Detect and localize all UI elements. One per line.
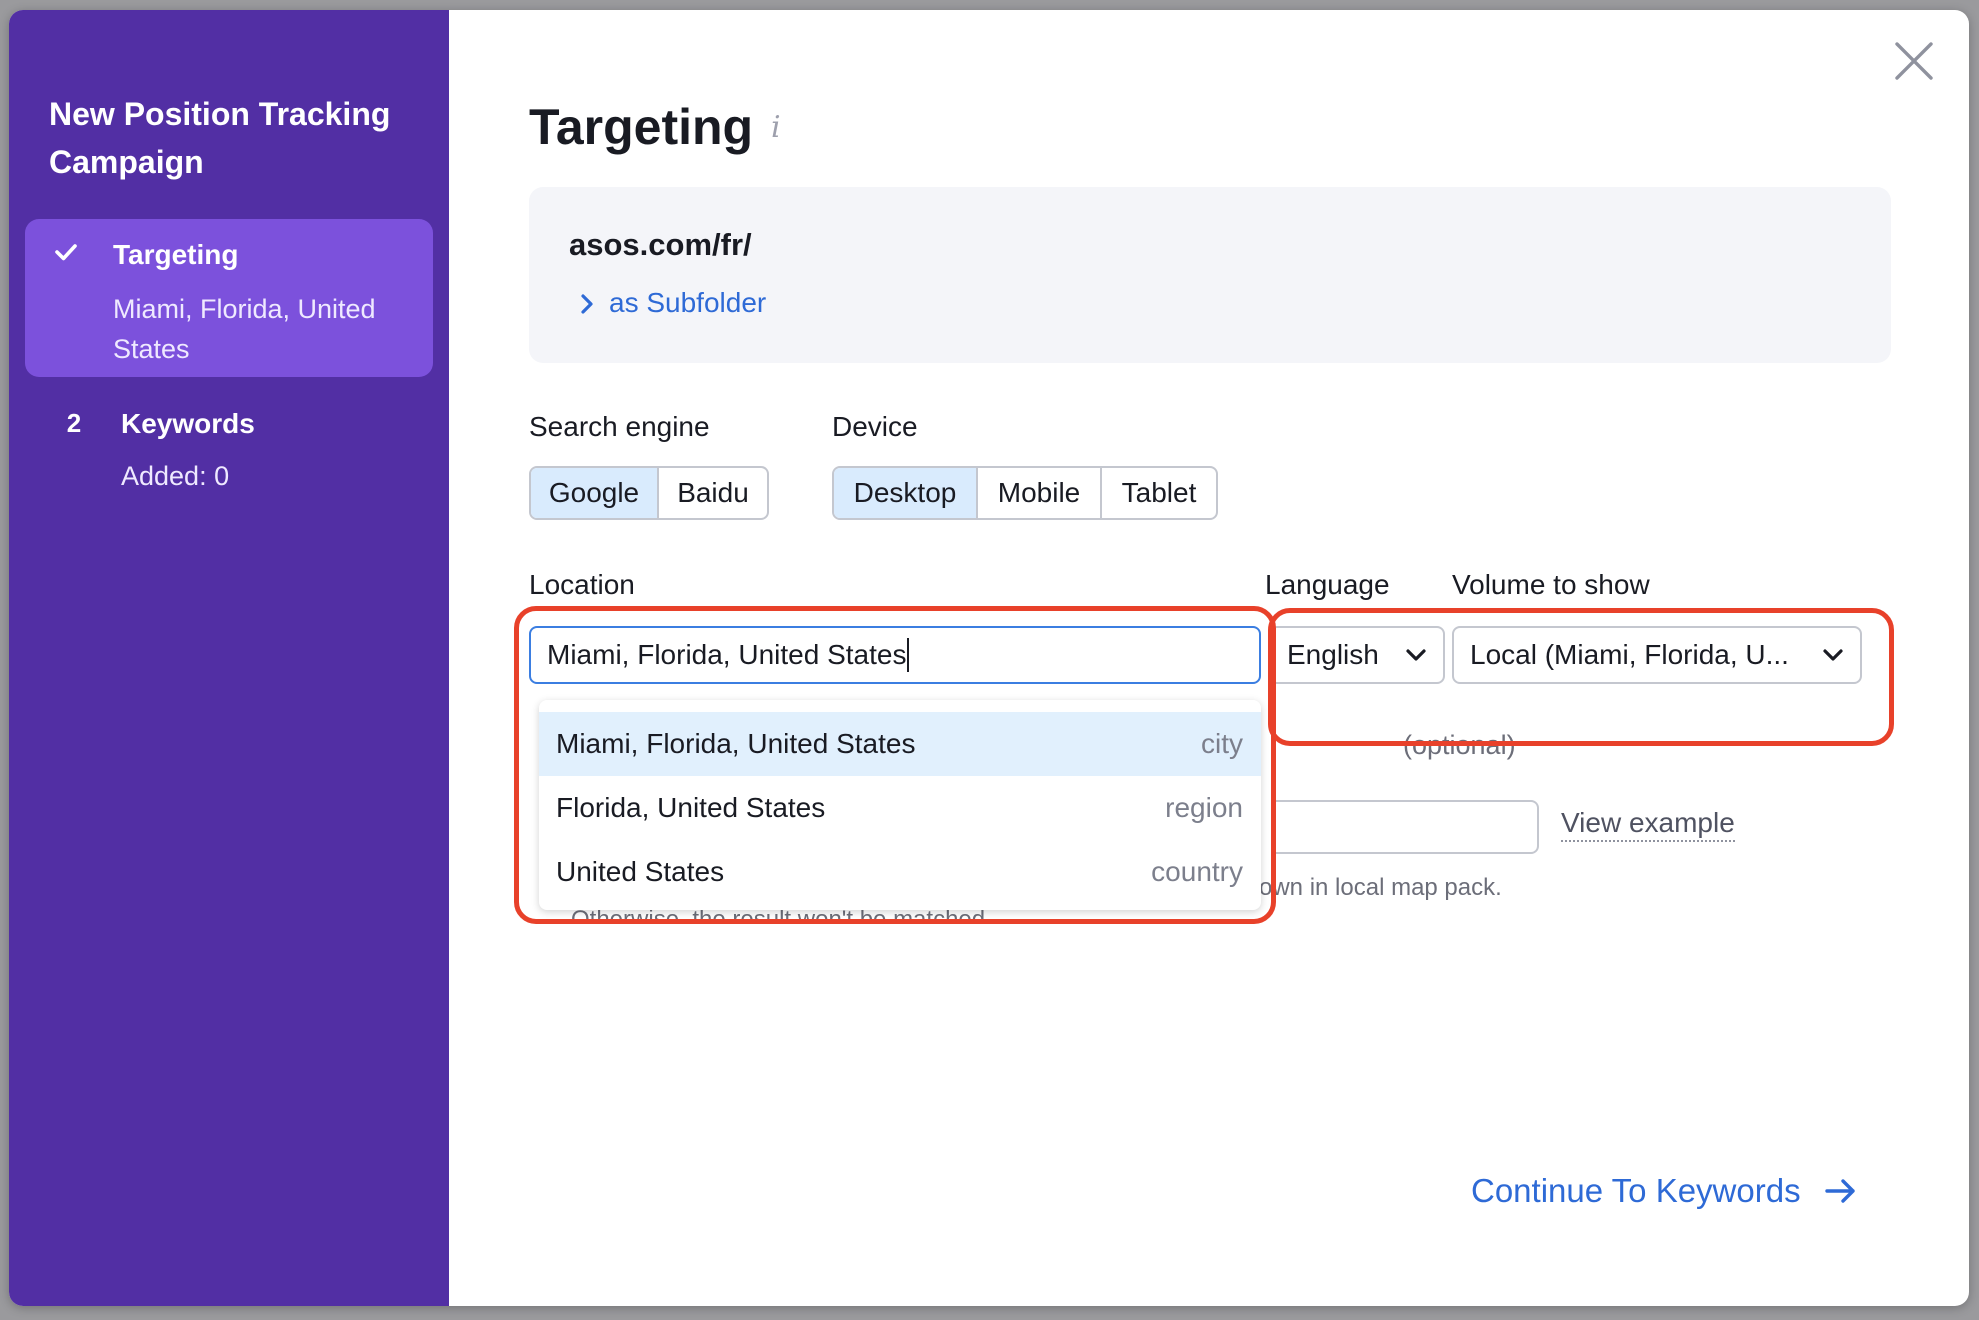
chevron-down-icon	[1823, 649, 1843, 661]
step-name: Targeting	[113, 239, 239, 270]
step-summary: Added: 0	[121, 461, 230, 491]
language-select[interactable]: English	[1269, 626, 1445, 684]
volume-value: Local (Miami, Florida, U...	[1470, 639, 1789, 670]
chevron-down-icon	[1406, 649, 1426, 661]
view-example-link[interactable]: View example	[1561, 806, 1735, 842]
suggestion-item[interactable]: United States country	[539, 840, 1261, 904]
suggestion-type: region	[1165, 792, 1243, 823]
step-targeting[interactable]: Targeting Miami, Florida, United States	[25, 219, 433, 377]
suggestion-name: Florida, United States	[556, 792, 826, 823]
check-icon	[51, 239, 81, 269]
step-keywords[interactable]: 2 Keywords Added: 0	[25, 388, 433, 498]
step-summary: Miami, Florida, United States	[113, 294, 376, 364]
step-name: Keywords	[121, 408, 255, 439]
location-input[interactable]: Miami, Florida, United States	[529, 626, 1261, 684]
map-pack-hint: own in local map pack.	[1259, 874, 1502, 901]
continue-button[interactable]: Continue To Keywords	[1471, 1172, 1857, 1210]
location-label: Location	[529, 569, 635, 600]
suggestion-name: United States	[556, 856, 725, 887]
info-icon[interactable]: i	[771, 110, 781, 145]
device-label: Device	[832, 411, 918, 442]
match-hint: Otherwise, the result won't be matched.	[571, 906, 992, 933]
search-engine-google[interactable]: Google	[531, 468, 659, 518]
language-value: English	[1287, 639, 1379, 670]
text-caret	[907, 638, 910, 672]
device-tablet[interactable]: Tablet	[1102, 468, 1216, 518]
close-icon	[1895, 42, 1933, 80]
device-mobile[interactable]: Mobile	[978, 468, 1102, 518]
domain-name: asos.com/fr/	[569, 227, 752, 262]
continue-label: Continue To Keywords	[1471, 1172, 1801, 1209]
step-number: 2	[66, 408, 82, 438]
search-engine-toggle: Google Baidu	[529, 466, 769, 520]
page-title: Targeting	[529, 99, 754, 155]
device-toggle: Desktop Mobile Tablet	[832, 466, 1218, 520]
suggestion-item[interactable]: Florida, United States region	[539, 776, 1261, 840]
language-label: Language	[1265, 569, 1390, 600]
volume-label: Volume to show	[1452, 569, 1650, 600]
sidebar-title: New Position Tracking Campaign	[49, 96, 391, 180]
search-engine-label: Search engine	[529, 411, 710, 442]
device-desktop[interactable]: Desktop	[834, 468, 978, 518]
suggestion-type: country	[1151, 856, 1243, 887]
search-engine-baidu[interactable]: Baidu	[659, 468, 767, 518]
subfolder-link-label: as Subfolder	[609, 287, 767, 318]
volume-select[interactable]: Local (Miami, Florida, U...	[1452, 626, 1862, 684]
suggestion-name: Miami, Florida, United States	[556, 728, 916, 759]
position-tracking-modal: New Position Tracking Campaign Targeting…	[9, 10, 1969, 1306]
close-button[interactable]	[1889, 36, 1939, 86]
wizard-sidebar: New Position Tracking Campaign Targeting…	[9, 10, 449, 1306]
business-name-input[interactable]	[1271, 800, 1539, 854]
location-suggestions: Miami, Florida, United States city Flori…	[539, 700, 1261, 910]
chevron-right-icon	[581, 294, 593, 314]
optional-hint: (optional)	[1403, 730, 1516, 760]
suggestion-item[interactable]: Miami, Florida, United States city	[539, 712, 1261, 776]
suggestion-type: city	[1201, 728, 1243, 759]
subfolder-link[interactable]: as Subfolder	[579, 287, 766, 319]
domain-card: asos.com/fr/ as Subfolder	[529, 187, 1891, 363]
arrow-right-icon	[1824, 1179, 1855, 1203]
location-input-value: Miami, Florida, United States	[547, 639, 907, 670]
